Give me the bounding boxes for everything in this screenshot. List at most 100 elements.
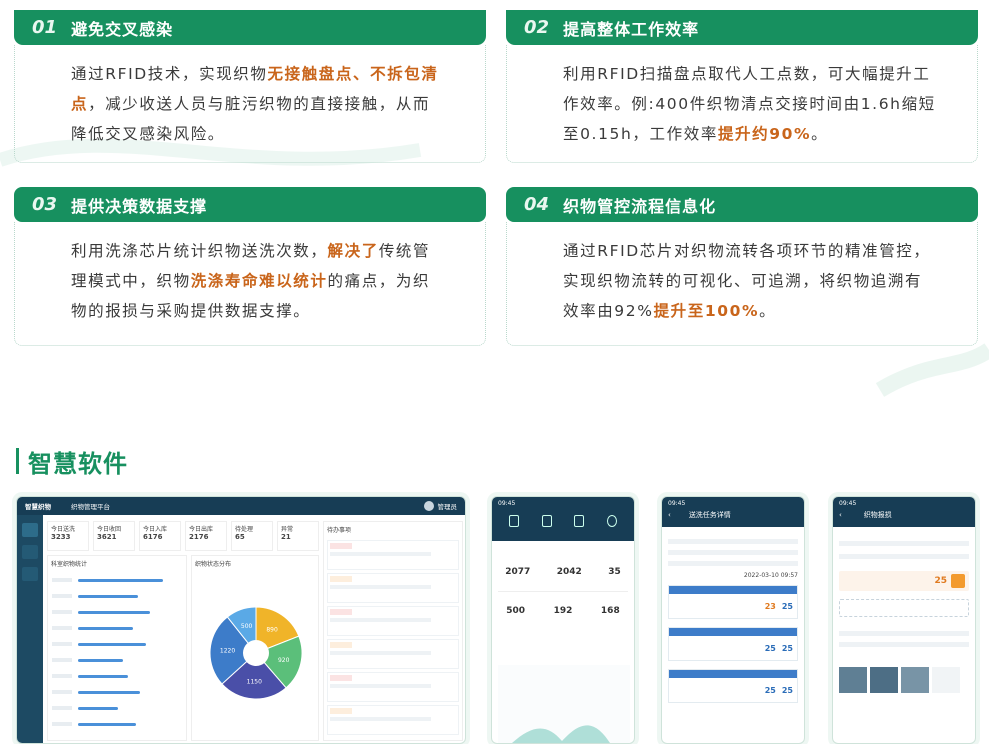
stat-label: 待处理: [235, 526, 254, 533]
add-photo-icon[interactable]: [932, 667, 960, 693]
section-heading: 智慧软件: [16, 446, 128, 478]
body-text: 通过RFID技术，实现织物: [71, 65, 268, 83]
bar-label: [52, 690, 72, 694]
highlight-text: 洗涤寿命难以统计: [190, 272, 328, 290]
count-actual: 23: [764, 601, 776, 611]
body-text: 。: [811, 125, 829, 143]
feature-description: 通过RFID技术，实现织物无接触盘点、不拆包清点，减少收送人员与脏污织物的直接接…: [14, 45, 486, 163]
send-icon[interactable]: [509, 515, 520, 527]
bar: [78, 595, 138, 598]
pie-label: 920: [278, 657, 290, 664]
pie-center: [243, 640, 269, 666]
feature-card-4: 04 织物管控流程信息化 通过RFID芯片对织物流转各项环节的精准管控，实现织物…: [506, 187, 978, 346]
stat-row: 2077 2042 35: [492, 567, 634, 577]
todo-item[interactable]: [327, 573, 459, 603]
dept-bar-panel: 科室织物统计: [47, 555, 187, 741]
highlight-text: 提升至100%: [653, 302, 760, 320]
highlight-text: 解决了: [327, 242, 379, 260]
photo-thumbnail[interactable]: [839, 667, 867, 693]
phone-screenshot-home: 09:45 2077 2042 35 500 192 168: [491, 496, 635, 744]
sidebar-item-home[interactable]: [22, 523, 38, 537]
status-time: 09:45: [839, 500, 857, 507]
todo-text: [330, 684, 431, 688]
add-photo-button[interactable]: [839, 599, 969, 617]
feature-title: 织物管控流程信息化: [563, 196, 717, 216]
status-time: 09:45: [668, 500, 686, 507]
stat-card[interactable]: 今日入库 6176: [139, 521, 181, 551]
task-row[interactable]: 25 25: [668, 627, 798, 661]
count-expected: 25: [781, 685, 793, 695]
body-text: ，减少收送人员与脏污织物的直接接触，从而降低交叉感染风险。: [71, 95, 431, 143]
phone-header: 09:45 ‹ 送洗任务详情: [662, 497, 804, 527]
section-title: 智慧软件: [28, 449, 128, 478]
bar-label: [52, 626, 72, 630]
feature-number: 04: [524, 194, 550, 215]
body-text: 利用洗涤芯片统计织物送洗次数，: [71, 242, 328, 260]
pie-label: 1150: [247, 678, 262, 685]
trend-chart: [498, 665, 630, 743]
chart-icon[interactable]: [574, 515, 585, 527]
stat-card[interactable]: 今日出库 2176: [185, 521, 227, 551]
bar: [78, 579, 163, 582]
report-form: 25: [833, 527, 975, 699]
sidebar-item-report[interactable]: [22, 567, 38, 581]
stat-label: 今日入库: [143, 526, 168, 533]
todo-item[interactable]: [327, 639, 459, 669]
stat-value: 2042: [556, 567, 582, 577]
todo-panel: 待办事项: [323, 521, 463, 741]
bar-label: [52, 594, 72, 598]
stat-label: 今日出库: [189, 526, 214, 533]
todo-item[interactable]: [327, 606, 459, 636]
task-info: 2022-03-10 09:57: [662, 527, 804, 585]
task-list: 23 25 25 25 25 25: [662, 585, 804, 703]
pie-label: 890: [266, 626, 278, 633]
avatar[interactable]: [423, 501, 434, 511]
stat-value: 500: [506, 606, 526, 616]
feature-description: 通过RFID芯片对织物流转各项环节的精准管控，实现织物流转的可视化、可追溯，将织…: [506, 222, 978, 346]
feature-description: 利用洗涤芯片统计织物送洗次数，解决了传统管理模式中，织物洗涤寿命难以统计的痛点，…: [14, 222, 486, 346]
pie-label: 1220: [220, 648, 235, 655]
stat-card[interactable]: 今日收回 3621: [93, 521, 135, 551]
screen-title: 送洗任务详情: [688, 511, 731, 519]
settings-icon[interactable]: [606, 515, 617, 527]
todo-item[interactable]: [327, 705, 459, 735]
feature-number: 01: [32, 17, 58, 38]
feature-card-header: 04 织物管控流程信息化: [506, 187, 978, 222]
dashboard-sidebar: [17, 515, 43, 743]
stat-card[interactable]: 待处理 65: [231, 521, 273, 551]
stat-value: 2077: [505, 567, 531, 577]
stat-value: 192: [553, 606, 573, 616]
receive-icon[interactable]: [541, 515, 552, 527]
confirm-button[interactable]: [951, 574, 965, 588]
stat-card[interactable]: 异常 21: [277, 521, 319, 551]
bar-label: [52, 642, 72, 646]
bar-label: [52, 658, 72, 662]
photo-thumbnail[interactable]: [901, 667, 929, 693]
sidebar-item-stock[interactable]: [22, 545, 38, 559]
bar: [78, 691, 140, 694]
task-row-header: [669, 628, 797, 636]
count-actual: 25: [764, 643, 776, 653]
dept-bar-chart: [52, 578, 163, 726]
count-actual: 25: [764, 685, 776, 695]
feature-number: 02: [524, 17, 550, 38]
todo-item[interactable]: [327, 672, 459, 702]
stat-card[interactable]: 今日送洗 3233: [47, 521, 89, 551]
user-name[interactable]: 管理员: [438, 501, 458, 511]
task-row[interactable]: 23 25: [668, 585, 798, 619]
todo-item[interactable]: [327, 540, 459, 570]
report-item[interactable]: 25: [839, 571, 969, 591]
highlight-text: 提升约90%: [717, 125, 812, 143]
dashboard-screenshot: 智慧织物 织物管理平台 管理员 今日送洗 3233 今日收回 3621 今日入库 6176…: [16, 496, 466, 744]
stat-label: 异常: [281, 526, 294, 533]
stat-value: 65: [235, 533, 245, 541]
bar-label: [52, 706, 72, 710]
task-row-header: [669, 586, 797, 594]
pie-panel: 织物状态分布 890 920 1150 1220 500: [191, 555, 319, 741]
photo-thumbnail[interactable]: [870, 667, 898, 693]
feature-title: 提高整体工作效率: [563, 19, 700, 39]
back-icon[interactable]: ‹: [668, 511, 671, 519]
task-row[interactable]: 25 25: [668, 669, 798, 703]
back-icon[interactable]: ‹: [839, 511, 842, 519]
todo-tag: [330, 543, 352, 549]
